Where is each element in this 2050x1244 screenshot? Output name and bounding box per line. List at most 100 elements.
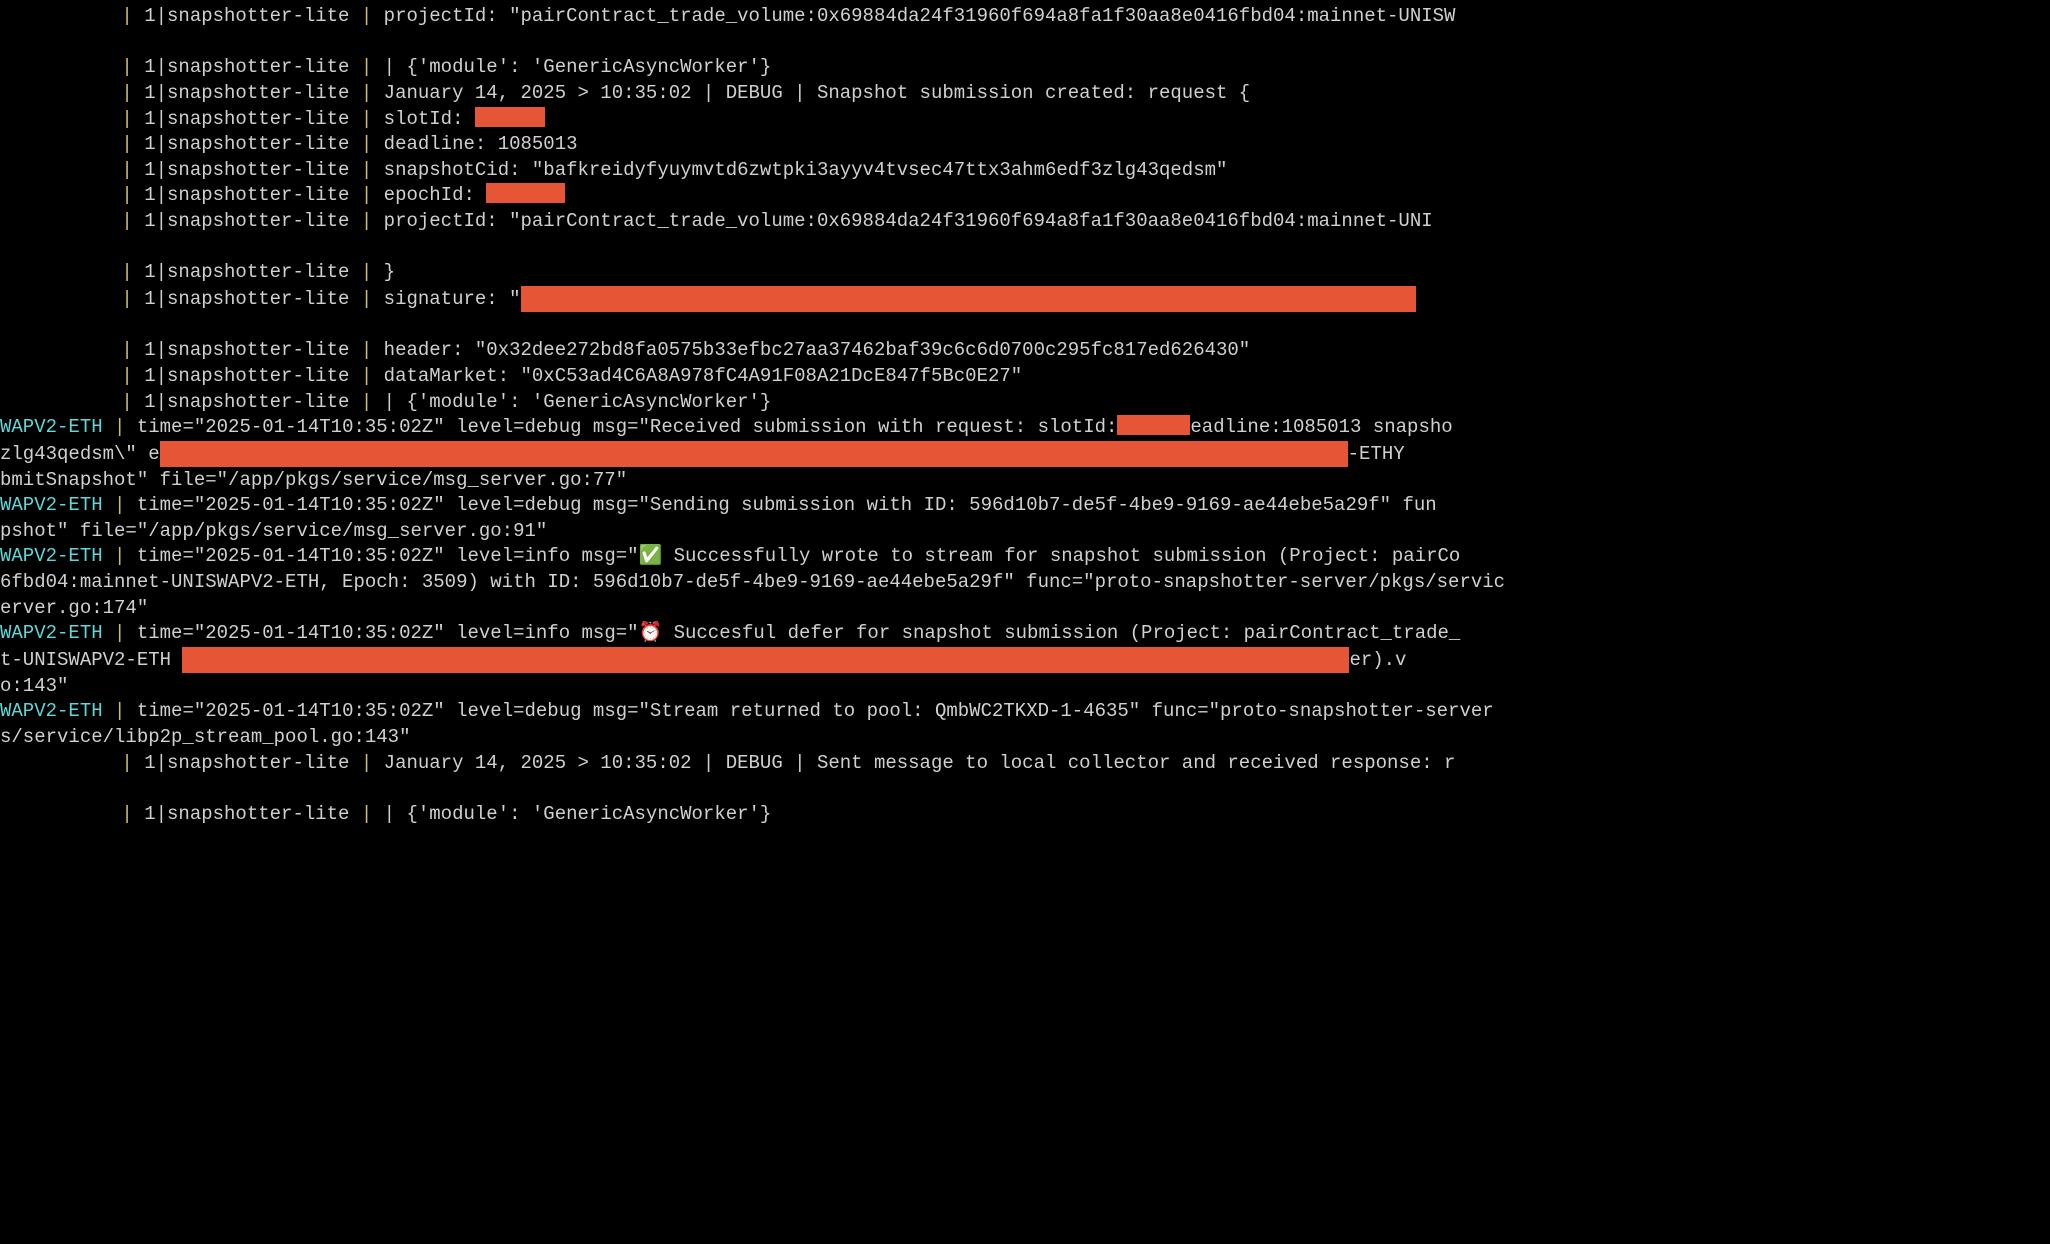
log-text: header: "0x32dee272bd8fa0575b33efbc27aa3… [384, 339, 1251, 361]
log-line: | 1|snapshotter-lite | snapshotCid: "baf… [0, 158, 2050, 184]
pipe-separator: | [361, 288, 384, 310]
log-text: deadline: 1085013 [384, 133, 578, 155]
log-line: | 1|snapshotter-lite | signature: " [0, 286, 2050, 313]
log-text: pshot" file="/app/pkgs/service/msg_serve… [0, 520, 547, 542]
pipe-separator: | [361, 339, 384, 361]
pipe-separator: | [110, 339, 144, 361]
log-text: -ETHY [1348, 443, 1405, 465]
log-text: snapshotCid: "bafkreidyfyuymvtd6zwtpki3a… [384, 159, 1228, 181]
log-tag: WAPV2-ETH [0, 416, 103, 438]
pipe-separator: | [110, 261, 144, 283]
pipe-separator: | [110, 391, 144, 413]
log-line: | 1|snapshotter-lite | } [0, 260, 2050, 286]
log-line: | 1|snapshotter-lite | January 14, 2025 … [0, 81, 2050, 107]
pipe-separator: | [361, 82, 384, 104]
process-name: 1|snapshotter-lite [144, 82, 361, 104]
pipe-separator: | [110, 803, 144, 825]
pipe-separator: | [110, 56, 144, 78]
process-name: 1|snapshotter-lite [144, 288, 361, 310]
pipe-separator: | [361, 752, 384, 774]
process-name: 1|snapshotter-lite [144, 56, 361, 78]
redaction-block [1117, 415, 1190, 435]
log-line [0, 30, 2050, 56]
process-name: 1|snapshotter-lite [144, 752, 361, 774]
log-line: | 1|snapshotter-lite | January 14, 2025 … [0, 751, 2050, 777]
log-line: bmitSnapshot" file="/app/pkgs/service/ms… [0, 468, 2050, 494]
pipe-separator: | [103, 494, 137, 516]
log-line: erver.go:174" [0, 596, 2050, 622]
log-line: | 1|snapshotter-lite | epochId: [0, 183, 2050, 209]
log-text: slotId: [384, 108, 475, 130]
redaction-block [521, 286, 1416, 312]
log-line: o:143" [0, 674, 2050, 700]
log-line [0, 776, 2050, 802]
log-line: | 1|snapshotter-lite | deadline: 1085013 [0, 132, 2050, 158]
pipe-separator: | [361, 261, 384, 283]
process-name: 1|snapshotter-lite [144, 210, 361, 232]
pipe-separator: | [110, 5, 144, 27]
log-line [0, 235, 2050, 261]
log-tag: WAPV2-ETH [0, 494, 103, 516]
log-text: projectId: "pairContract_trade_volume:0x… [384, 210, 1433, 232]
pipe-separator: | [110, 133, 144, 155]
pipe-separator: | [361, 391, 384, 413]
log-line: WAPV2-ETH | time="2025-01-14T10:35:02Z" … [0, 415, 2050, 441]
log-line: WAPV2-ETH | time="2025-01-14T10:35:02Z" … [0, 699, 2050, 725]
log-line: | 1|snapshotter-lite | | {'module': 'Gen… [0, 55, 2050, 81]
log-text: January 14, 2025 > 10:35:02 | DEBUG | Se… [384, 752, 1456, 774]
process-name: 1|snapshotter-lite [144, 5, 361, 27]
log-text: | {'module': 'GenericAsyncWorker'} [384, 391, 772, 413]
pipe-separator: | [361, 56, 384, 78]
pipe-separator: | [103, 416, 137, 438]
pipe-separator: | [110, 365, 144, 387]
process-name: 1|snapshotter-lite [144, 184, 361, 206]
process-name: 1|snapshotter-lite [144, 339, 361, 361]
pipe-separator: | [361, 365, 384, 387]
log-text: time="2025-01-14T10:35:02Z" level=debug … [137, 700, 1494, 722]
log-text: s/service/libp2p_stream_pool.go:143" [0, 726, 410, 748]
pipe-separator: | [361, 210, 384, 232]
log-line: zlg43qedsm\" e -ETHY [0, 441, 2050, 468]
process-name: 1|snapshotter-lite [144, 159, 361, 181]
process-name: 1|snapshotter-lite [144, 108, 361, 130]
log-line: | 1|snapshotter-lite | projectId: "pairC… [0, 4, 2050, 30]
pipe-separator: | [361, 184, 384, 206]
pipe-separator: | [103, 622, 137, 644]
pipe-separator: | [110, 184, 144, 206]
log-line: t-UNISWAPV2-ETH er).v [0, 647, 2050, 674]
log-text: epochId: [384, 184, 487, 206]
log-line: | 1|snapshotter-lite | | {'module': 'Gen… [0, 390, 2050, 416]
process-name: 1|snapshotter-lite [144, 803, 361, 825]
redaction-block [160, 441, 1348, 467]
process-name: 1|snapshotter-lite [144, 365, 361, 387]
log-text: 6fbd04:mainnet-UNISWAPV2-ETH, Epoch: 350… [0, 571, 1505, 593]
log-line: | 1|snapshotter-lite | dataMarket: "0xC5… [0, 364, 2050, 390]
pipe-separator: | [110, 210, 144, 232]
process-name: 1|snapshotter-lite [144, 391, 361, 413]
redaction-block [182, 647, 1349, 673]
log-line: | 1|snapshotter-lite | projectId: "pairC… [0, 209, 2050, 235]
log-tag: WAPV2-ETH [0, 622, 103, 644]
terminal-log-output: | 1|snapshotter-lite | projectId: "pairC… [0, 0, 2050, 828]
log-text: zlg43qedsm\" e [0, 443, 160, 465]
pipe-separator: | [361, 159, 384, 181]
pipe-separator: | [361, 803, 384, 825]
redaction-block [486, 183, 565, 203]
log-text: time="2025-01-14T10:35:02Z" level=info m… [137, 622, 1460, 644]
log-text: bmitSnapshot" file="/app/pkgs/service/ms… [0, 469, 627, 491]
log-text: projectId: "pairContract_trade_volume:0x… [384, 5, 1456, 27]
log-line: s/service/libp2p_stream_pool.go:143" [0, 725, 2050, 751]
log-line [0, 313, 2050, 339]
log-text: signature: " [384, 288, 521, 310]
log-line: 6fbd04:mainnet-UNISWAPV2-ETH, Epoch: 350… [0, 570, 2050, 596]
log-text: time="2025-01-14T10:35:02Z" level=debug … [137, 494, 1437, 516]
log-text: } [384, 261, 395, 283]
log-line: | 1|snapshotter-lite | | {'module': 'Gen… [0, 802, 2050, 828]
pipe-separator: | [361, 5, 384, 27]
log-text: time="2025-01-14T10:35:02Z" level=debug … [137, 416, 1118, 438]
log-text: er).v [1349, 649, 1406, 671]
log-line: | 1|snapshotter-lite | header: "0x32dee2… [0, 338, 2050, 364]
log-line: WAPV2-ETH | time="2025-01-14T10:35:02Z" … [0, 544, 2050, 570]
log-line: WAPV2-ETH | time="2025-01-14T10:35:02Z" … [0, 621, 2050, 647]
pipe-separator: | [103, 545, 137, 567]
